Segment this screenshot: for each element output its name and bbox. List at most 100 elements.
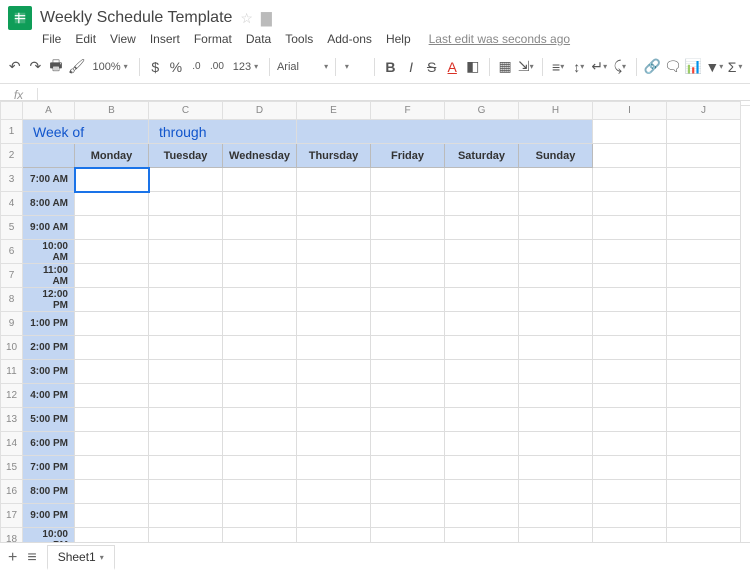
schedule-cell[interactable]	[297, 168, 371, 192]
link-icon[interactable]: 🔗	[643, 56, 661, 78]
empty-cell[interactable]	[593, 240, 667, 264]
schedule-cell[interactable]	[519, 264, 593, 288]
menu-file[interactable]: File	[42, 32, 61, 46]
schedule-cell[interactable]	[75, 312, 149, 336]
schedule-cell[interactable]	[519, 408, 593, 432]
document-title[interactable]: Weekly Schedule Template	[40, 9, 232, 27]
day-header[interactable]: Thursday	[297, 144, 371, 168]
menu-tools[interactable]: Tools	[285, 32, 313, 46]
strike-button[interactable]: S	[423, 56, 441, 78]
empty-cell[interactable]	[667, 216, 741, 240]
v-align-icon[interactable]: ↕▾	[570, 56, 588, 78]
schedule-cell[interactable]	[445, 432, 519, 456]
empty-cell[interactable]	[667, 168, 741, 192]
empty-cell[interactable]	[593, 504, 667, 528]
row-header[interactable]: 14	[1, 432, 23, 456]
empty-cell[interactable]	[667, 360, 741, 384]
schedule-cell[interactable]	[371, 312, 445, 336]
schedule-cell[interactable]	[223, 432, 297, 456]
schedule-cell[interactable]	[297, 480, 371, 504]
empty-cell[interactable]	[667, 312, 741, 336]
schedule-cell[interactable]	[75, 408, 149, 432]
edit-status[interactable]: Last edit was seconds ago	[429, 32, 570, 46]
sheet-tab[interactable]: Sheet1▾	[47, 545, 115, 570]
row-header[interactable]: 7	[1, 264, 23, 288]
row-header[interactable]: 9	[1, 312, 23, 336]
schedule-cell[interactable]	[445, 480, 519, 504]
menu-edit[interactable]: Edit	[75, 32, 96, 46]
schedule-cell[interactable]	[371, 480, 445, 504]
schedule-cell[interactable]	[371, 264, 445, 288]
schedule-cell[interactable]	[149, 336, 223, 360]
schedule-cell[interactable]	[371, 192, 445, 216]
time-label-cell[interactable]: 7:00 PM	[23, 456, 75, 480]
italic-button[interactable]: I	[402, 56, 420, 78]
schedule-cell[interactable]	[445, 312, 519, 336]
empty-cell[interactable]	[667, 288, 741, 312]
schedule-cell[interactable]	[223, 528, 297, 543]
schedule-cell[interactable]	[149, 216, 223, 240]
schedule-cell[interactable]	[519, 504, 593, 528]
schedule-cell[interactable]	[445, 288, 519, 312]
font-size-select[interactable]: ▾	[343, 62, 367, 71]
schedule-cell[interactable]	[297, 432, 371, 456]
schedule-cell[interactable]	[75, 528, 149, 543]
schedule-cell[interactable]	[75, 264, 149, 288]
schedule-cell[interactable]	[223, 408, 297, 432]
schedule-cell[interactable]	[223, 360, 297, 384]
schedule-cell[interactable]	[75, 288, 149, 312]
row-header[interactable]: 1	[1, 120, 23, 144]
day-header[interactable]: Saturday	[445, 144, 519, 168]
schedule-cell[interactable]	[149, 432, 223, 456]
all-sheets-icon[interactable]: ≡	[27, 549, 36, 567]
schedule-cell[interactable]	[371, 384, 445, 408]
merge-cells-icon[interactable]: ⇲▾	[517, 56, 535, 78]
menu-data[interactable]: Data	[246, 32, 271, 46]
schedule-cell[interactable]	[297, 456, 371, 480]
schedule-cell[interactable]	[297, 312, 371, 336]
col-header[interactable]: G	[445, 102, 519, 120]
empty-cell[interactable]	[667, 504, 741, 528]
row-header[interactable]: 8	[1, 288, 23, 312]
schedule-cell[interactable]	[371, 360, 445, 384]
menu-format[interactable]: Format	[194, 32, 232, 46]
empty-cell[interactable]	[593, 480, 667, 504]
schedule-cell[interactable]	[149, 384, 223, 408]
schedule-cell[interactable]	[519, 432, 593, 456]
schedule-cell[interactable]	[149, 528, 223, 543]
empty-cell[interactable]	[667, 432, 741, 456]
schedule-cell[interactable]	[297, 408, 371, 432]
day-header[interactable]: Monday	[75, 144, 149, 168]
schedule-cell[interactable]	[149, 264, 223, 288]
col-header[interactable]: J	[667, 102, 741, 120]
col-header[interactable]: B	[75, 102, 149, 120]
rotate-icon[interactable]: ⤹▾	[611, 56, 629, 78]
decrease-decimal-button[interactable]: .0	[188, 56, 206, 78]
col-header[interactable]: F	[371, 102, 445, 120]
menu-help[interactable]: Help	[386, 32, 411, 46]
empty-cell[interactable]	[593, 528, 667, 543]
schedule-cell[interactable]	[297, 192, 371, 216]
schedule-cell[interactable]	[75, 216, 149, 240]
empty-cell[interactable]	[593, 264, 667, 288]
schedule-cell[interactable]	[297, 288, 371, 312]
schedule-cell[interactable]	[223, 312, 297, 336]
day-header[interactable]: Wednesday	[223, 144, 297, 168]
schedule-cell[interactable]	[75, 336, 149, 360]
empty-cell[interactable]	[667, 456, 741, 480]
comment-icon[interactable]: 🗨	[664, 56, 682, 78]
schedule-cell[interactable]	[445, 216, 519, 240]
empty-cell[interactable]	[593, 408, 667, 432]
text-color-button[interactable]: A	[443, 56, 461, 78]
schedule-cell[interactable]	[149, 192, 223, 216]
schedule-cell[interactable]	[75, 504, 149, 528]
menu-view[interactable]: View	[110, 32, 136, 46]
row-header[interactable]: 17	[1, 504, 23, 528]
schedule-cell[interactable]	[519, 480, 593, 504]
schedule-cell[interactable]	[519, 240, 593, 264]
row-header[interactable]: 13	[1, 408, 23, 432]
empty-cell[interactable]	[667, 408, 741, 432]
h-align-icon[interactable]: ≡▾	[549, 56, 567, 78]
functions-button[interactable]: Σ▾	[726, 56, 744, 78]
percent-button[interactable]: %	[167, 56, 185, 78]
